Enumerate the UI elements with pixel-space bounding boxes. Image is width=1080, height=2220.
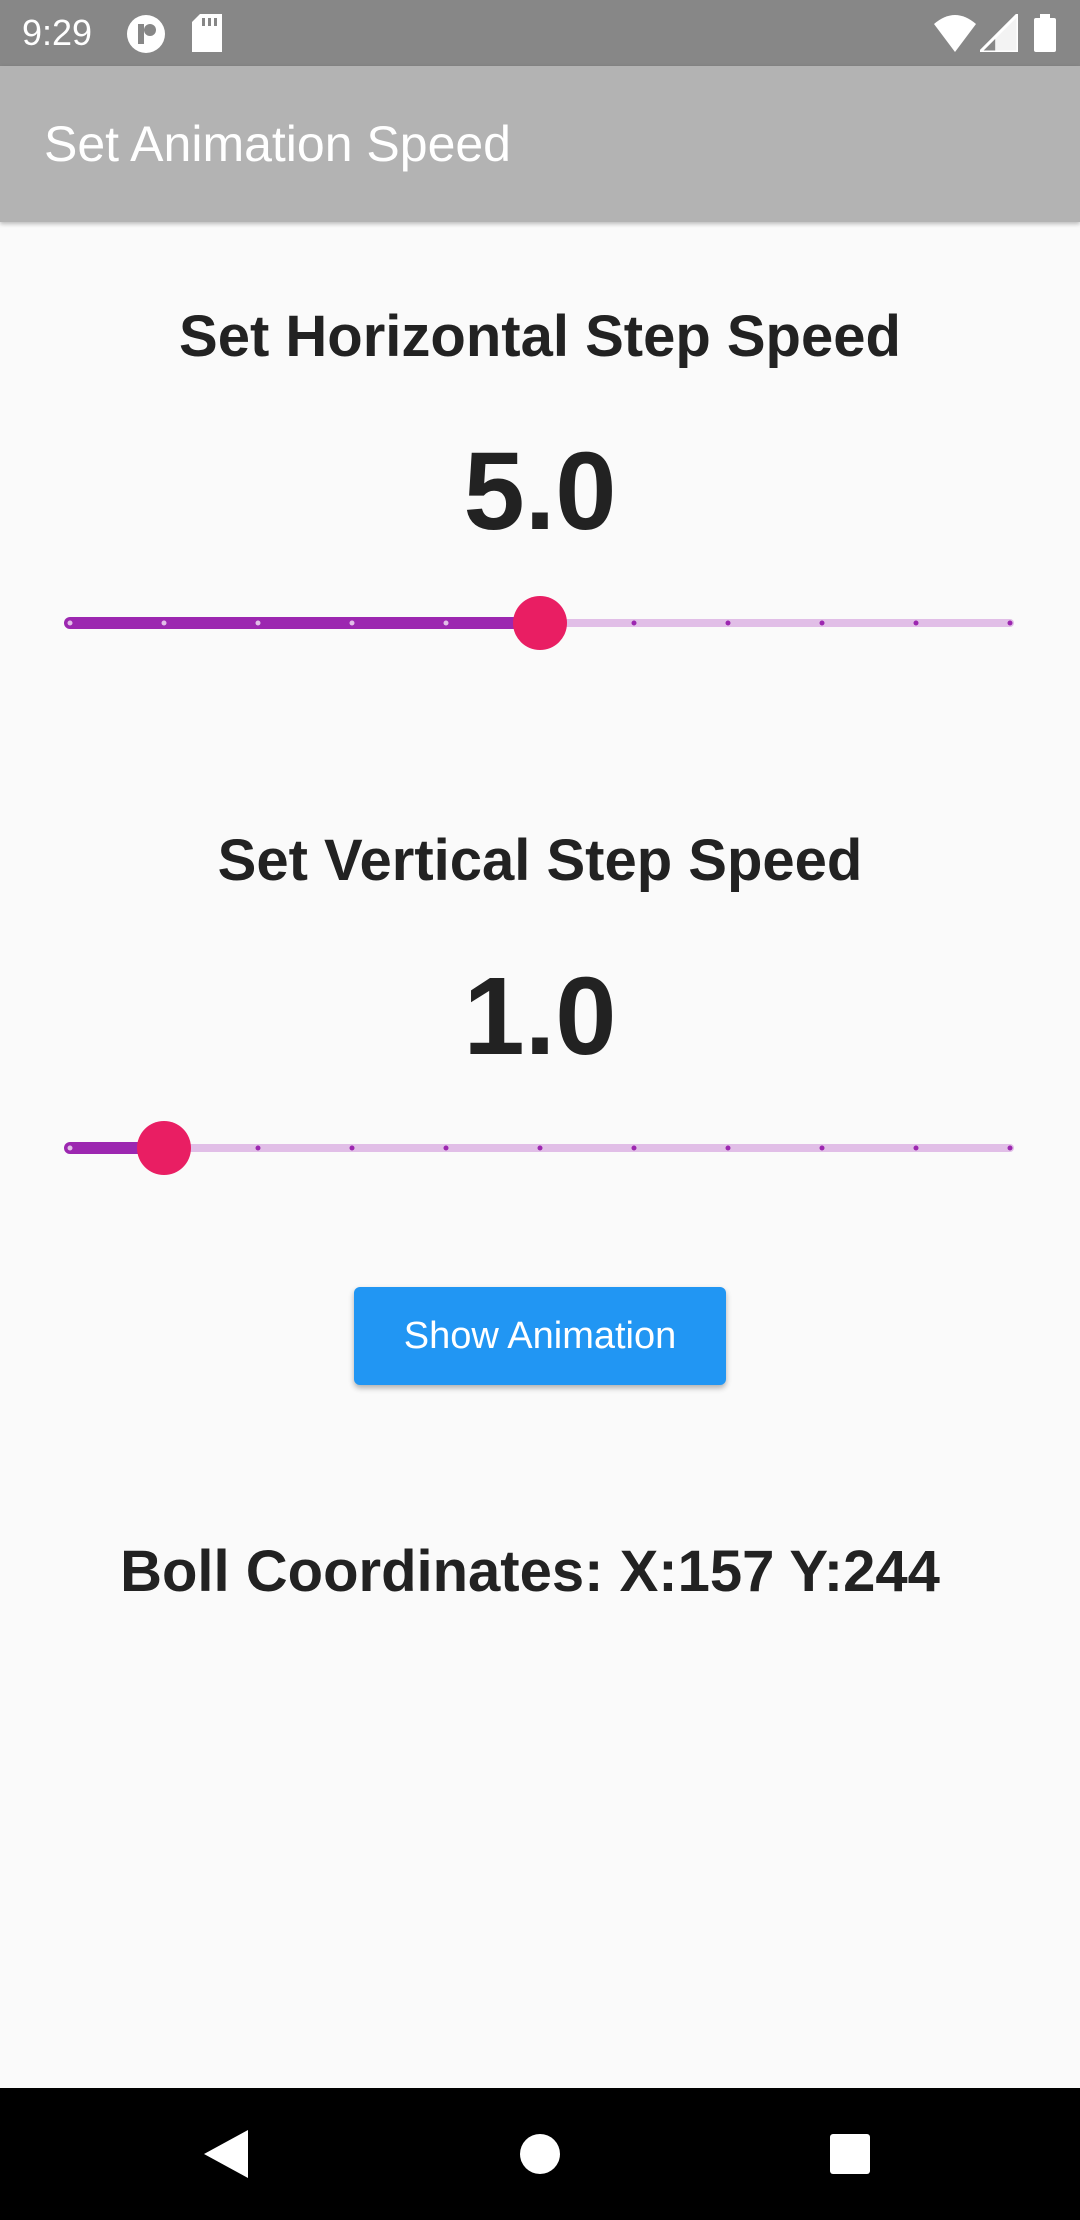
vertical-slider-tick-mark [725,1145,731,1151]
horizontal-slider-tick-mark [255,620,261,626]
wifi-icon [934,14,976,57]
horizontal-slider-tick-mark [631,620,637,626]
vertical-slider-tick-mark [537,1145,543,1151]
horizontal-slider-tick-mark [443,620,449,626]
vertical-slider-tick-mark [443,1145,449,1151]
back-icon[interactable] [160,2088,292,2220]
vertical-speed-value: 1.0 [463,955,617,1078]
vertical-slider-tick-mark [819,1145,825,1151]
horizontal-slider-tick-mark [913,620,919,626]
horizontal-slider-tick-mark [349,620,355,626]
recents-icon[interactable] [784,2088,916,2220]
status-bar: 9:29 [0,0,1080,66]
vertical-speed-slider[interactable] [64,1118,1014,1178]
horizontal-slider-tick-mark [819,620,825,626]
vertical-slider-tick-mark [1007,1145,1013,1151]
horizontal-speed-slider[interactable] [64,593,1014,653]
vertical-speed-title: Set Vertical Step Speed [217,828,863,893]
vertical-slider-tick-mark [255,1145,261,1151]
horizontal-slider-track[interactable] [64,593,1014,653]
vertical-slider-tick-mark [913,1145,919,1151]
status-time: 9:29 [22,12,93,53]
app-bar: Set Animation Speed [0,66,1080,222]
app-title: Set Animation Speed [44,116,511,172]
vertical-slider-tick-mark [631,1145,637,1151]
battery-icon [1034,14,1056,57]
horizontal-slider-thumb[interactable] [513,596,567,650]
sd-card-icon [192,14,222,57]
horizontal-slider-tick-mark [1007,620,1013,626]
vertical-slider-thumb[interactable] [137,1121,191,1175]
horizontal-speed-value: 5.0 [463,430,617,553]
navigation-bar [0,2088,1080,2220]
home-icon[interactable] [474,2088,606,2220]
vertical-slider-track[interactable] [64,1118,1014,1178]
signal-icon [976,10,1020,57]
horizontal-speed-title: Set Horizontal Step Speed [179,304,901,369]
vertical-slider-tick-mark [67,1145,73,1151]
horizontal-slider-tick-mark [725,620,731,626]
show-animation-button[interactable]: Show Animation [354,1287,726,1385]
horizontal-slider-tick-mark [161,620,167,626]
ball-coordinates-text: Boll Coordinates: X:157 Y:244 [120,1539,940,1604]
horizontal-slider-tick-mark [67,620,73,626]
vertical-slider-tick-mark [349,1145,355,1151]
app-notification-icon [126,14,166,59]
